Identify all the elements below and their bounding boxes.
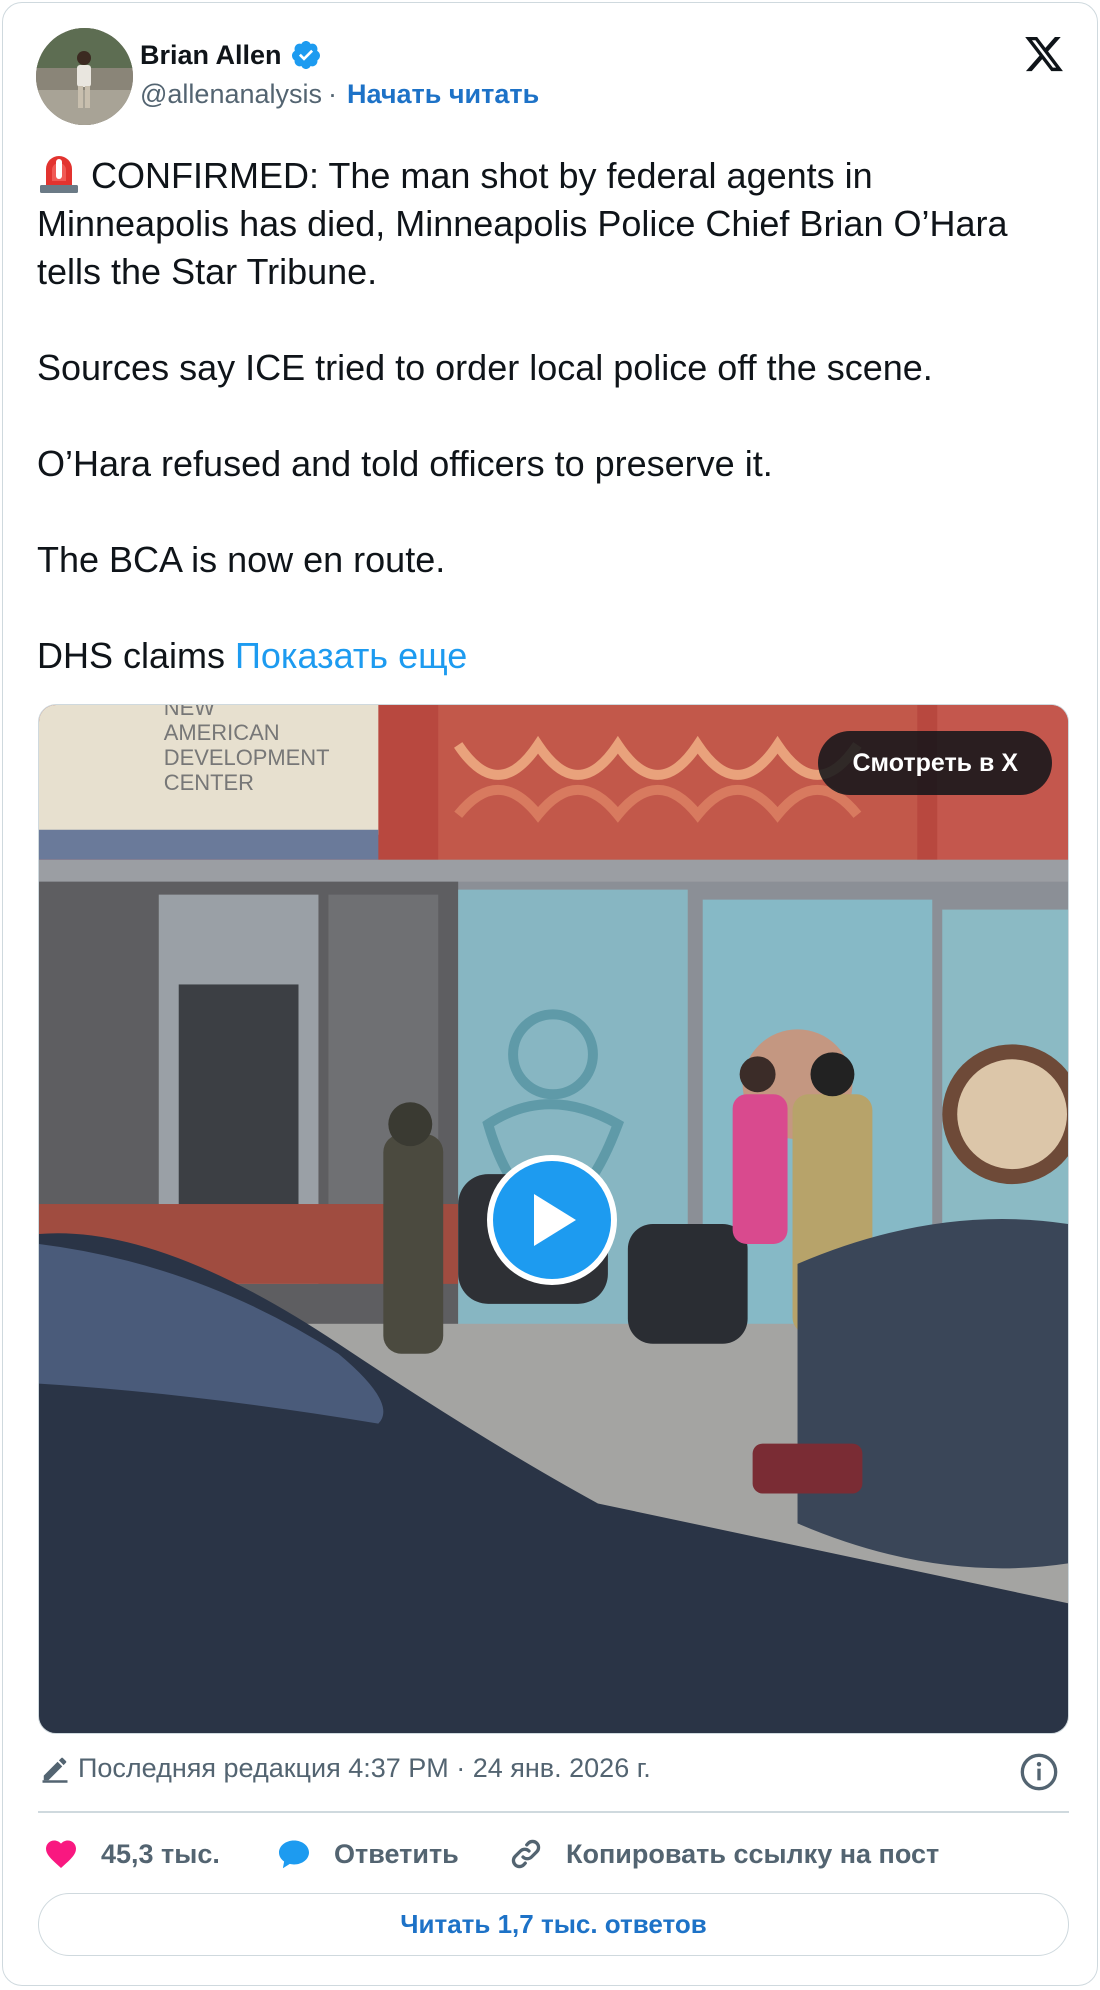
- handle-separator: ·: [328, 79, 337, 109]
- like-count[interactable]: 45,3 тыс.: [101, 1839, 220, 1870]
- x-logo-icon[interactable]: [1023, 33, 1065, 75]
- verified-badge-icon: [291, 41, 320, 69]
- speech-bubble-icon: [279, 1840, 309, 1869]
- reply-button[interactable]: Ответить: [276, 1829, 459, 1879]
- tweet-paragraph-4: The BCA is now en route.: [37, 539, 446, 580]
- tweet-paragraph-5-text: DHS claims: [37, 635, 226, 676]
- handle-line: @allenanalysis · Начать читать: [140, 79, 539, 110]
- copy-link-label[interactable]: Копировать ссылку на пост: [566, 1839, 939, 1870]
- avatar-image: [36, 28, 133, 125]
- sign-line-2: AMERICAN: [164, 720, 280, 745]
- info-icon[interactable]: [1019, 1752, 1059, 1792]
- tweet-paragraph-5: DHS claims Показать еще: [37, 632, 1067, 680]
- sign-line-1: NEW: [164, 705, 215, 720]
- tweet-paragraph: CONFIRMED: The man shot by federal agent…: [37, 151, 1067, 296]
- tweet-card: Brian Allen @allenanalysis · Начать чита…: [2, 2, 1098, 1986]
- like-button[interactable]: 45,3 тыс.: [43, 1829, 220, 1879]
- sign-line-4: CENTER: [164, 770, 254, 795]
- tweet-paragraph-3: O’Hara refused and told officers to pres…: [37, 443, 773, 484]
- follow-link[interactable]: Начать читать: [347, 79, 539, 110]
- divider: [38, 1811, 1069, 1813]
- rotating-light-emoji-icon: [40, 156, 78, 193]
- watch-on-x-button[interactable]: Смотреть в X: [818, 731, 1052, 795]
- show-more-link[interactable]: Показать еще: [235, 635, 467, 676]
- author-avatar[interactable]: [36, 28, 133, 125]
- play-button[interactable]: [487, 1155, 617, 1285]
- tweet-paragraph-2: Sources say ICE tried to order local pol…: [37, 347, 933, 388]
- pencil-icon: [42, 1757, 68, 1783]
- author-name-text[interactable]: Brian Allen: [140, 40, 282, 71]
- link-icon: [511, 1839, 541, 1869]
- tweet-paragraph-1: CONFIRMED: The man shot by federal agent…: [37, 155, 1008, 292]
- reply-label[interactable]: Ответить: [334, 1839, 459, 1870]
- video-media[interactable]: NEW AMERICAN DEVELOPMENT CENTER Смотреть…: [38, 704, 1069, 1734]
- edit-history-line[interactable]: Последняя редакция 4:37 PM · 24 янв. 202…: [40, 1753, 651, 1784]
- heart-icon: [46, 1840, 76, 1869]
- sign-line-3: DEVELOPMENT: [164, 745, 330, 770]
- play-icon: [534, 1194, 576, 1246]
- tweet-text: CONFIRMED: The man shot by federal agent…: [37, 151, 1067, 680]
- copy-link-button[interactable]: Копировать ссылку на пост: [508, 1829, 939, 1879]
- author-handle[interactable]: @allenanalysis: [140, 79, 322, 110]
- author-name[interactable]: Brian Allen: [140, 39, 322, 71]
- edit-history-text[interactable]: Последняя редакция 4:37 PM · 24 янв. 202…: [78, 1753, 651, 1784]
- read-replies-button[interactable]: Читать 1,7 тыс. ответов: [38, 1893, 1069, 1956]
